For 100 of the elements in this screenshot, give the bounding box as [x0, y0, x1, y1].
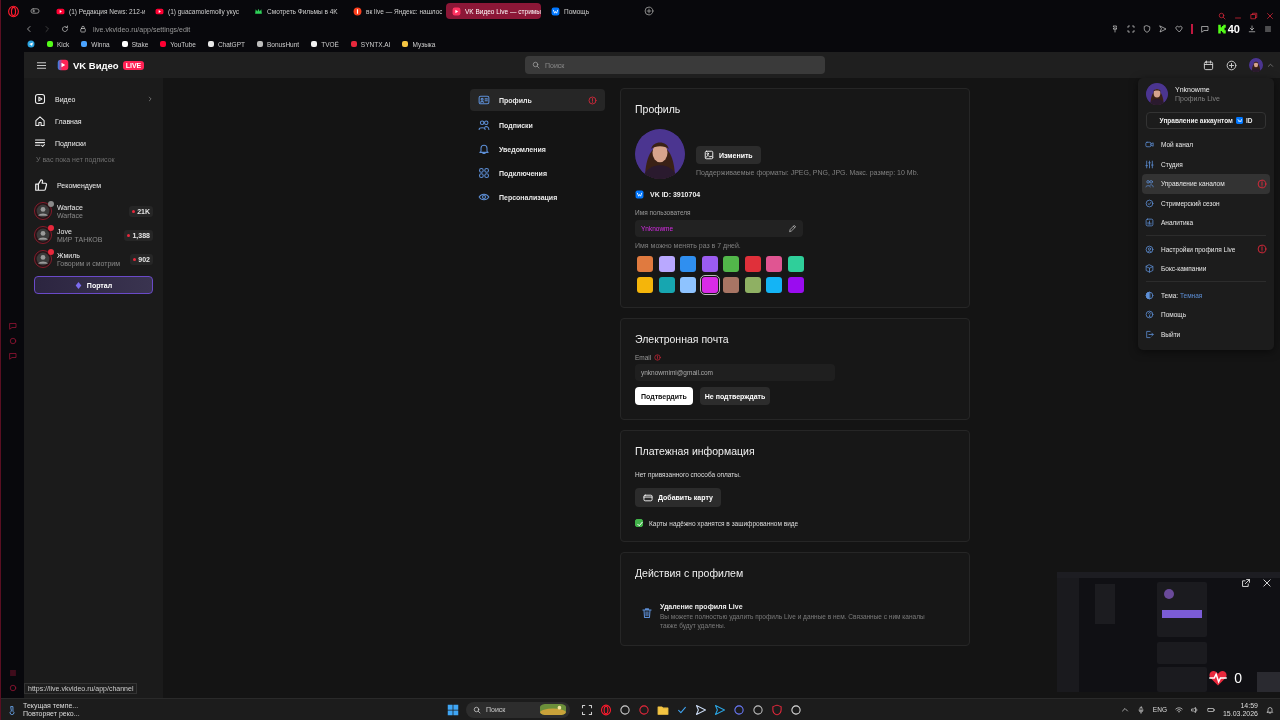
box-icon: [1145, 264, 1154, 274]
logo-icon: [1235, 117, 1243, 124]
bell-icon: [478, 143, 490, 155]
reload-icon[interactable]: [61, 25, 69, 33]
color-swatch[interactable]: [637, 256, 653, 272]
thermometer-icon: [7, 704, 17, 715]
crown-icon: [254, 6, 263, 16]
color-swatch[interactable]: [637, 277, 653, 293]
restore-icon[interactable]: [1250, 12, 1258, 20]
home-icon: [34, 115, 46, 127]
microphone-icon[interactable]: [1136, 705, 1145, 714]
opera-logo-icon[interactable]: [7, 4, 20, 18]
sliders-icon: [1145, 159, 1154, 169]
chevron-right-icon: [147, 96, 153, 102]
windows-start-icon: [447, 703, 459, 716]
warning-icon: [654, 354, 662, 361]
warning-icon: [588, 95, 597, 105]
color-swatch[interactable]: [658, 277, 675, 293]
warning-icon: [1257, 178, 1267, 189]
checkbox[interactable]: [635, 519, 643, 527]
color-swatch[interactable]: [744, 256, 761, 272]
avatar[interactable]: [1249, 58, 1263, 72]
image-icon: [704, 150, 714, 160]
lock-icon: [79, 25, 87, 33]
wifi-icon[interactable]: [1174, 705, 1183, 714]
color-swatch[interactable]: [658, 256, 675, 272]
logout-icon: [1145, 329, 1154, 339]
credit-card-icon: [643, 492, 653, 503]
check-circle-icon: [1145, 198, 1154, 208]
video-logo-icon: [155, 6, 164, 16]
count: 0: [1234, 670, 1242, 686]
color-swatch[interactable]: [723, 277, 739, 293]
notification-icon[interactable]: [1266, 705, 1274, 714]
color-swatch[interactable]: [766, 277, 782, 293]
users-icon: [478, 119, 490, 131]
search-icon: [532, 61, 540, 69]
help-icon: [1145, 310, 1154, 320]
calendar-icon[interactable]: [1203, 59, 1214, 71]
user-circle-icon: [1145, 244, 1154, 254]
trash-icon[interactable]: [641, 607, 653, 619]
color-swatch[interactable]: [744, 277, 761, 293]
color-swatch[interactable]: [680, 277, 696, 293]
heart-icon[interactable]: [1174, 25, 1183, 33]
chart-icon: [1145, 218, 1154, 228]
add-icon[interactable]: [1226, 59, 1237, 71]
color-swatch[interactable]: [701, 277, 718, 293]
camera-icon: [1145, 140, 1154, 150]
external-link-icon[interactable]: [1241, 578, 1251, 588]
card-title: Профиль: [635, 103, 682, 115]
half-circle-icon: [1145, 290, 1154, 300]
chevron-up-icon[interactable]: [1120, 705, 1129, 714]
logo-icon: [635, 190, 644, 199]
messenger-icon: [27, 40, 35, 48]
avatar-icon: [34, 250, 52, 268]
avatar-icon: [34, 202, 52, 220]
color-swatch[interactable]: [787, 277, 804, 293]
extension-logo-icon: [1216, 24, 1227, 34]
play-logo-icon: [57, 59, 69, 71]
diamond-icon: [74, 281, 82, 289]
color-swatch[interactable]: [723, 256, 739, 272]
badge-count: 40: [1227, 23, 1240, 35]
search-engine-icon: [353, 6, 362, 16]
eye-icon: [478, 191, 490, 203]
thumbs-up-icon: [34, 178, 48, 192]
download-icon[interactable]: [1248, 25, 1256, 33]
check-icon: [636, 520, 644, 528]
warning-icon: [1257, 244, 1267, 255]
speaker-icon[interactable]: [1190, 705, 1199, 714]
send-icon[interactable]: [1158, 25, 1167, 33]
pencil-icon[interactable]: [788, 224, 797, 233]
color-swatch[interactable]: [766, 256, 782, 272]
pin-icon[interactable]: [1110, 25, 1119, 33]
color-swatch[interactable]: [701, 256, 718, 272]
color-swatch[interactable]: [680, 256, 696, 272]
logo-icon: [551, 6, 560, 16]
color-swatch[interactable]: [787, 256, 804, 272]
search-icon[interactable]: [1218, 12, 1226, 20]
play-icon: [34, 93, 46, 105]
taskbar-app-icon[interactable]: [714, 703, 726, 716]
users-icon: [1145, 179, 1154, 189]
avatar-icon: [34, 226, 52, 244]
new-tab-icon[interactable]: [644, 6, 654, 16]
chat-icon[interactable]: [1200, 25, 1209, 33]
screenshot-icon[interactable]: [1126, 25, 1135, 33]
play-logo-icon: [452, 6, 461, 16]
heart-pulse-icon: [1208, 668, 1229, 688]
card-title: Электронная почта: [635, 333, 730, 345]
shield-icon[interactable]: [1142, 25, 1151, 33]
grid-icon: [478, 167, 490, 179]
list-check-icon: [34, 137, 46, 149]
card-title: Действия с профилем: [635, 567, 745, 579]
id-card-icon: [478, 94, 490, 106]
card-title: Платежная информация: [635, 445, 756, 457]
taskbar-app-icon[interactable]: [752, 703, 764, 716]
search-icon: [473, 705, 481, 714]
gamepad-icon[interactable]: [30, 6, 40, 16]
taskbar-app-icon[interactable]: [657, 703, 669, 716]
battery-icon[interactable]: [1206, 705, 1215, 714]
video-logo-icon: [56, 6, 65, 16]
logo-text: VK Видео: [73, 59, 119, 71]
